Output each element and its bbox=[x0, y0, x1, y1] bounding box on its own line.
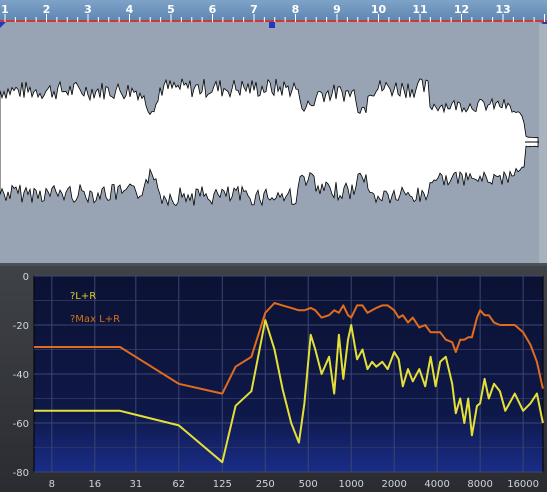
y-tick-label: -80 bbox=[13, 468, 29, 479]
vertical-scroll-strip[interactable] bbox=[539, 24, 547, 263]
waveform-shape bbox=[0, 78, 539, 207]
ruler-label: 4 bbox=[125, 3, 134, 16]
y-tick-label: -60 bbox=[13, 419, 29, 430]
spectrum-analyzer-panel: 0 -20 -40 -60 -80 8 16 31 62 125 250 500 1000 2000 400… bbox=[0, 263, 547, 492]
ruler-label: 7 bbox=[250, 3, 258, 16]
waveform-panel[interactable]: 1 2 3 4 5 6 7 8 9 10 11 12 13 bbox=[0, 0, 547, 263]
x-tick-label: 125 bbox=[213, 479, 232, 490]
x-tick-label: 4000 bbox=[424, 479, 449, 490]
x-tick-label: 500 bbox=[299, 479, 318, 490]
ruler-label: 2 bbox=[42, 3, 51, 16]
ruler-label: 9 bbox=[333, 3, 341, 16]
ruler-label: 1 bbox=[1, 3, 9, 16]
x-tick-label: 8000 bbox=[467, 479, 492, 490]
ruler-label: 13 bbox=[495, 3, 511, 16]
y-tick-label: 0 bbox=[23, 272, 29, 283]
legend-lr: ?L+R bbox=[70, 291, 97, 302]
legend-max-lr: ?Max L+R bbox=[70, 314, 121, 325]
ruler-label: 6 bbox=[208, 3, 217, 16]
ruler-label: 12 bbox=[453, 3, 470, 16]
y-tick-label: -40 bbox=[13, 370, 29, 381]
ruler-label: 5 bbox=[167, 3, 175, 16]
ruler-label: 3 bbox=[84, 3, 92, 16]
x-tick-label: 250 bbox=[256, 479, 275, 490]
timeline-ruler[interactable]: 1 2 3 4 5 6 7 8 9 10 11 12 13 bbox=[0, 0, 547, 22]
x-tick-label: 2000 bbox=[381, 479, 406, 490]
x-tick-label: 16 bbox=[88, 479, 101, 490]
audio-waveform[interactable] bbox=[0, 24, 539, 263]
y-tick-label: -20 bbox=[13, 321, 29, 332]
x-tick-label: 31 bbox=[129, 479, 142, 490]
ruler-label: 8 bbox=[291, 3, 300, 16]
x-tick-label: 62 bbox=[172, 479, 185, 490]
x-tick-label: 1000 bbox=[338, 479, 363, 490]
ruler-label: 10 bbox=[370, 3, 387, 16]
ruler-label: 11 bbox=[412, 3, 428, 16]
x-tick-label: 8 bbox=[49, 479, 55, 490]
x-tick-label: 16000 bbox=[507, 479, 539, 490]
